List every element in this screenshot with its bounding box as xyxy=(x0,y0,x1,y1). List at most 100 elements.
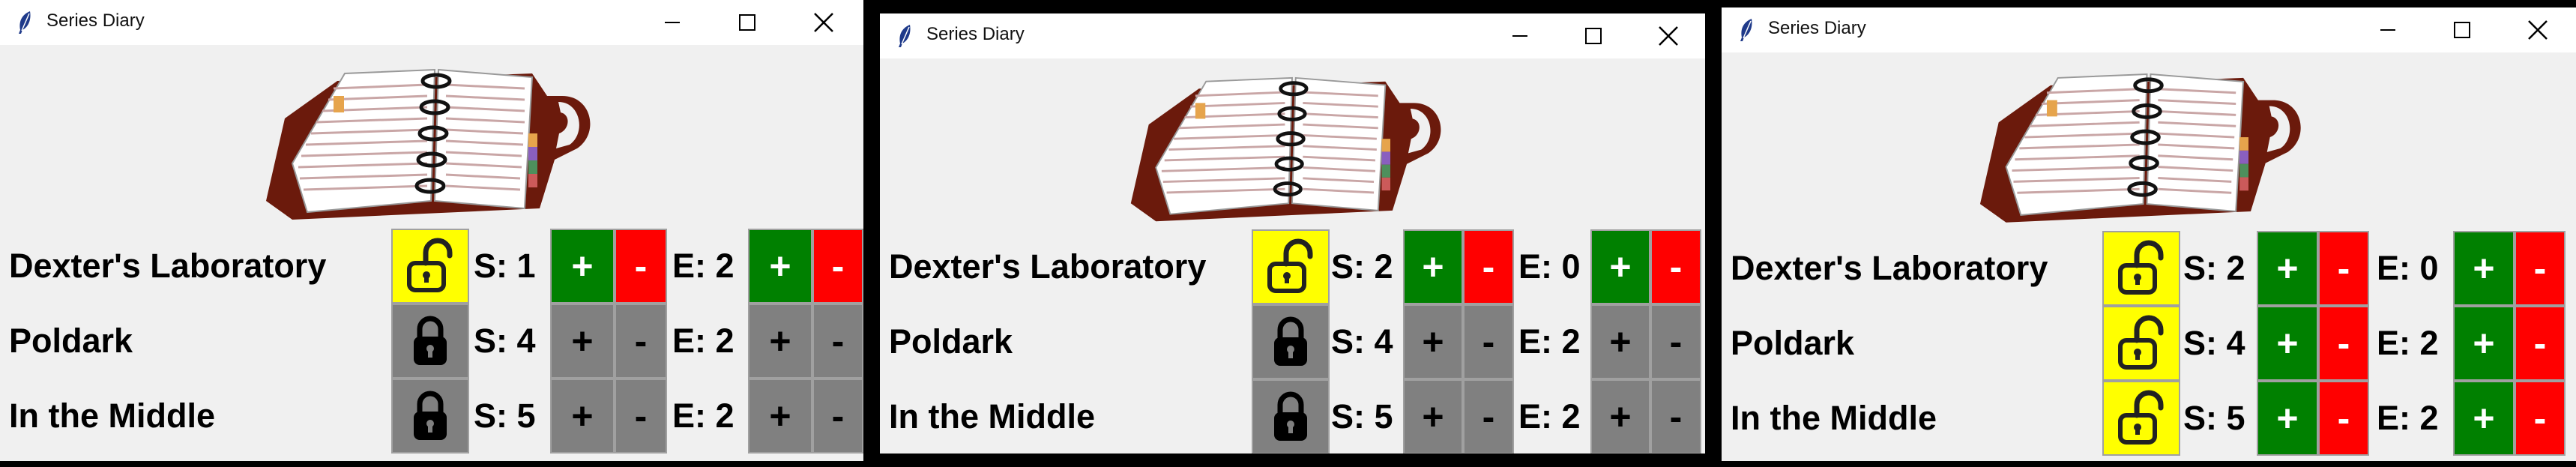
episode-increment-button[interactable]: + xyxy=(1590,229,1650,304)
season-decrement-button[interactable]: - xyxy=(1463,379,1514,454)
lock-toggle-button[interactable] xyxy=(391,229,469,304)
series-name: In the Middle xyxy=(889,397,1095,436)
season-label: S: 5 xyxy=(474,397,536,435)
season-increment-button[interactable]: + xyxy=(550,304,615,379)
series-row: In the Middle S: 5 + - E: 2 + - xyxy=(1722,381,2576,456)
episode-decrement-button[interactable]: - xyxy=(2515,306,2566,381)
season-decrement-button[interactable]: - xyxy=(615,229,667,304)
close-icon xyxy=(814,13,833,32)
minimize-icon xyxy=(2380,29,2395,31)
season-label: S: 4 xyxy=(2183,324,2245,362)
diary-organizer-image xyxy=(266,68,591,220)
window-title: Series Diary xyxy=(46,10,145,31)
season-label: S: 4 xyxy=(1331,322,1393,361)
title-bar[interactable]: Series Diary xyxy=(0,0,863,45)
season-decrement-button[interactable]: - xyxy=(1463,304,1514,379)
window-title: Series Diary xyxy=(1768,18,1866,38)
series-name: Poldark xyxy=(9,322,133,360)
locked-padlock-icon xyxy=(414,316,447,365)
season-increment-button[interactable]: + xyxy=(550,379,615,454)
locked-padlock-icon xyxy=(1274,316,1307,366)
episode-increment-button[interactable]: + xyxy=(2453,231,2515,306)
episode-decrement-button[interactable]: - xyxy=(2515,381,2566,456)
season-decrement-button[interactable]: - xyxy=(615,304,667,379)
season-label: S: 4 xyxy=(474,322,536,360)
lock-toggle-button[interactable] xyxy=(2102,306,2180,381)
lock-toggle-button[interactable] xyxy=(1252,304,1330,379)
lock-toggle-button[interactable] xyxy=(2102,231,2180,306)
season-increment-button[interactable]: + xyxy=(1403,304,1463,379)
episode-label: E: 2 xyxy=(2377,399,2439,437)
close-button[interactable] xyxy=(787,0,860,45)
feather-icon xyxy=(899,25,911,47)
season-decrement-button[interactable]: - xyxy=(2318,231,2369,306)
season-decrement-button[interactable]: - xyxy=(2318,306,2369,381)
lock-toggle-button[interactable] xyxy=(1252,229,1330,304)
lock-toggle-button[interactable] xyxy=(391,379,469,454)
minimize-icon xyxy=(665,22,680,23)
episode-decrement-button[interactable]: - xyxy=(1650,304,1701,379)
episode-label: E: 2 xyxy=(1518,397,1581,436)
unlocked-padlock-icon xyxy=(2118,240,2164,295)
episode-increment-button[interactable]: + xyxy=(748,229,812,304)
episode-increment-button[interactable]: + xyxy=(2453,381,2515,456)
season-decrement-button[interactable]: - xyxy=(2318,381,2369,456)
series-row: Poldark S: 4 + - E: 2 + - xyxy=(0,304,863,379)
episode-label: E: 2 xyxy=(672,397,735,435)
close-button[interactable] xyxy=(2501,7,2575,52)
close-icon xyxy=(2528,20,2548,40)
season-decrement-button[interactable]: - xyxy=(1463,229,1514,304)
series-row: In the Middle S: 5 + - E: 2 + - xyxy=(0,379,863,454)
lock-toggle-button[interactable] xyxy=(1252,379,1330,454)
episode-decrement-button[interactable]: - xyxy=(2515,231,2566,306)
season-increment-button[interactable]: + xyxy=(1403,379,1463,454)
maximize-icon xyxy=(1585,28,1602,44)
episode-decrement-button[interactable]: - xyxy=(812,379,863,454)
episode-increment-button[interactable]: + xyxy=(1590,379,1650,454)
episode-increment-button[interactable]: + xyxy=(748,379,812,454)
series-row: Dexter's Laboratory S: 2 + - E: 0 + - xyxy=(880,229,1705,304)
season-decrement-button[interactable]: - xyxy=(615,379,667,454)
maximize-button[interactable] xyxy=(2425,7,2499,52)
episode-increment-button[interactable]: + xyxy=(1590,304,1650,379)
unlocked-padlock-icon xyxy=(407,238,453,292)
season-label: S: 5 xyxy=(1331,397,1393,436)
close-button[interactable] xyxy=(1632,13,1705,58)
episode-increment-button[interactable]: + xyxy=(2453,306,2515,381)
season-increment-button[interactable]: + xyxy=(2257,306,2318,381)
title-bar[interactable]: Series Diary xyxy=(880,13,1705,58)
episode-decrement-button[interactable]: - xyxy=(1650,379,1701,454)
series-row: Dexter's Laboratory S: 1 + - E: 2 + - xyxy=(0,229,863,304)
episode-decrement-button[interactable]: - xyxy=(1650,229,1701,304)
season-label: S: 1 xyxy=(474,247,536,285)
series-name: In the Middle xyxy=(1731,399,1937,437)
title-bar[interactable]: Series Diary xyxy=(1722,7,2576,52)
season-increment-button[interactable]: + xyxy=(2257,381,2318,456)
minimize-button[interactable] xyxy=(2351,7,2425,52)
episode-label: E: 2 xyxy=(672,322,735,360)
series-row: Poldark S: 4 + - E: 2 + - xyxy=(880,304,1705,379)
feather-icon xyxy=(19,11,31,34)
season-increment-button[interactable]: + xyxy=(2257,231,2318,306)
season-increment-button[interactable]: + xyxy=(550,229,615,304)
series-name: In the Middle xyxy=(9,397,215,435)
episode-decrement-button[interactable]: - xyxy=(812,304,863,379)
minimize-icon xyxy=(1512,35,1527,37)
series-row: Dexter's Laboratory S: 2 + - E: 0 + - xyxy=(1722,231,2576,306)
maximize-icon xyxy=(739,14,755,31)
minimize-button[interactable] xyxy=(1483,13,1557,58)
lock-toggle-button[interactable] xyxy=(391,304,469,379)
maximize-button[interactable] xyxy=(1557,13,1630,58)
maximize-button[interactable] xyxy=(711,0,784,45)
season-increment-button[interactable]: + xyxy=(1403,229,1463,304)
minimize-button[interactable] xyxy=(636,0,709,45)
episode-label: E: 2 xyxy=(2377,324,2439,362)
episode-label: E: 2 xyxy=(1518,322,1581,361)
season-label: S: 5 xyxy=(2183,399,2245,437)
episode-decrement-button[interactable]: - xyxy=(812,229,863,304)
episode-label: E: 0 xyxy=(2377,249,2439,287)
feather-icon xyxy=(1740,19,1752,41)
series-row: In the Middle S: 5 + - E: 2 + - xyxy=(880,379,1705,454)
episode-increment-button[interactable]: + xyxy=(748,304,812,379)
lock-toggle-button[interactable] xyxy=(2102,381,2180,456)
